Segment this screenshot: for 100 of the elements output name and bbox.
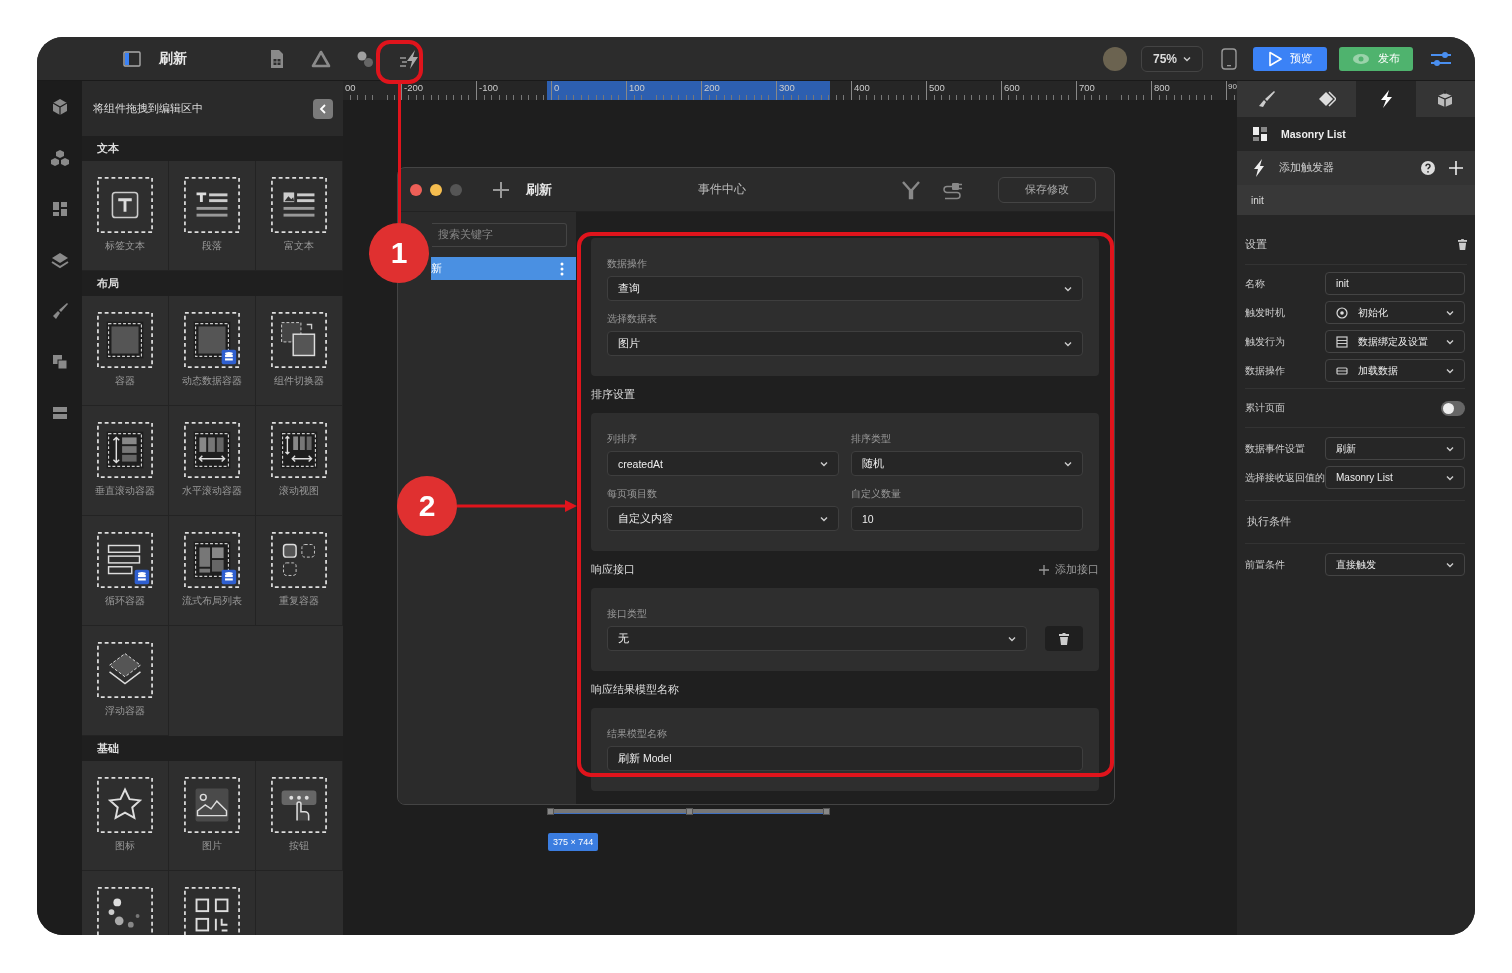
panel-hint: 将组件拖拽到编辑区中 <box>93 101 203 116</box>
component-tile[interactable]: 循环容器 <box>82 516 169 626</box>
component-tile[interactable]: 流式布局列表 <box>169 516 256 626</box>
component-tile[interactable]: 段落 <box>169 161 256 271</box>
chevron-left-icon <box>319 103 327 114</box>
component-tile[interactable]: 滚动视图 <box>256 406 343 516</box>
text-icon <box>96 176 154 234</box>
tap-button-icon <box>270 776 328 834</box>
rich-text-icon <box>270 176 328 234</box>
chevron-down-icon <box>1446 309 1454 316</box>
panel-tab[interactable] <box>1296 81 1356 117</box>
select-field[interactable]: createdAt <box>607 451 839 476</box>
switch-squares-icon <box>270 311 328 369</box>
close-button[interactable] <box>410 183 422 196</box>
sliders-icon[interactable] <box>1430 49 1452 68</box>
field-label: 排序类型 <box>851 432 892 446</box>
add-button[interactable]: 添加接口 <box>1039 562 1099 577</box>
event-item[interactable]: 新 <box>431 257 576 280</box>
resize-handle-bar[interactable] <box>547 809 830 814</box>
select-field[interactable]: 数据绑定及设置 <box>1325 330 1465 353</box>
select-field[interactable]: 自定义内容 <box>607 506 839 531</box>
settings-title: 设置 <box>1245 237 1267 252</box>
funnel-icon[interactable] <box>902 179 920 200</box>
help-icon[interactable] <box>1421 161 1435 175</box>
size-badge: 375 × 744 <box>548 833 599 851</box>
component-tile[interactable]: 垂直滚动容器 <box>82 406 169 516</box>
chevron-down-icon <box>1446 338 1454 345</box>
select-field[interactable]: 初始化 <box>1325 301 1465 324</box>
plus-icon <box>1039 564 1049 575</box>
section-title: 排序设置 <box>591 387 635 402</box>
component-tile[interactable]: 动态数据容器 <box>169 296 256 406</box>
component-tile[interactable]: 组件切换器 <box>256 296 343 406</box>
select-field[interactable]: 直接触发 <box>1325 553 1465 576</box>
zoom-select[interactable]: 75% <box>1141 45 1203 72</box>
select-field[interactable]: Masonry List <box>1325 466 1465 489</box>
dialog-heading: 事件中心 <box>698 182 746 196</box>
lightning-icon <box>1253 159 1265 177</box>
section-title: 响应结果模型名称 <box>591 682 679 697</box>
minimize-button[interactable] <box>430 183 442 196</box>
chevron-down-icon <box>1446 445 1454 452</box>
select-field[interactable]: 无 <box>607 626 1027 651</box>
container-icon <box>96 311 154 369</box>
list-icon <box>1336 335 1348 348</box>
toggle-switch[interactable] <box>1441 400 1465 416</box>
field-label: 选择数据表 <box>607 312 658 326</box>
paint-brush-icon <box>1256 89 1277 109</box>
lightning-icon[interactable] <box>399 48 419 69</box>
field-label: 触发时机 <box>1245 305 1286 320</box>
select-field[interactable]: 刷新 <box>1325 437 1465 460</box>
qr-code-icon <box>183 886 241 935</box>
chevron-down-icon <box>1064 340 1072 347</box>
publish-button[interactable]: 发布 <box>1339 46 1413 71</box>
select-field[interactable]: 加载数据 <box>1325 359 1465 382</box>
input-field[interactable]: init <box>1325 272 1465 295</box>
input-field[interactable]: 10 <box>851 506 1083 531</box>
component-name: Masonry List <box>1281 128 1346 140</box>
trash-icon[interactable] <box>1458 239 1467 250</box>
select-field[interactable]: 随机 <box>851 451 1083 476</box>
scroll-view-icon <box>270 421 328 479</box>
panel-tab[interactable] <box>1415 81 1475 117</box>
input-field[interactable]: 刷新 Model <box>607 746 1083 771</box>
play-icon <box>1268 50 1282 67</box>
chevron-down-icon <box>1446 474 1454 481</box>
more-icon[interactable] <box>560 261 564 276</box>
save-button[interactable]: 保存修改 <box>998 176 1096 203</box>
chevron-down-icon <box>1008 635 1016 642</box>
section-title: 响应接口 <box>591 562 635 577</box>
component-tile[interactable]: 水平滚动容器 <box>169 406 256 516</box>
component-tile[interactable]: 图片 <box>169 761 256 871</box>
chevron-down-icon <box>1446 367 1454 374</box>
trigger-item[interactable]: init <box>1237 185 1475 215</box>
cubes-icon[interactable] <box>49 148 70 168</box>
select-field[interactable]: 图片 <box>607 331 1083 356</box>
component-tile[interactable]: 图标 <box>82 761 169 871</box>
highlight-ring <box>376 40 423 84</box>
collapse-button[interactable] <box>313 98 333 119</box>
search-field[interactable]: 搜索关键字 <box>432 223 567 247</box>
component-tile[interactable]: 浮动容器 <box>82 626 169 736</box>
field-label: 数据操作 <box>607 257 648 271</box>
chevron-down-icon <box>1064 460 1072 467</box>
trash-icon <box>1059 632 1069 645</box>
field-label: 每页项目数 <box>607 487 658 501</box>
triangle-icon[interactable] <box>311 48 331 69</box>
component-tile[interactable]: 容器 <box>82 296 169 406</box>
component-tile[interactable]: 按钮 <box>256 761 343 871</box>
phone-icon[interactable] <box>1221 47 1237 70</box>
delete-button[interactable] <box>1045 626 1083 651</box>
target-icon <box>1336 306 1348 319</box>
drive-icon <box>1336 364 1348 377</box>
data-container-icon <box>183 311 241 369</box>
layers-icon[interactable] <box>49 250 70 270</box>
chevron-down-icon <box>1064 285 1072 292</box>
section-title: 执行条件 <box>1246 515 1291 529</box>
plus-icon[interactable] <box>492 180 510 199</box>
eye-icon <box>1352 52 1370 65</box>
component-tile[interactable]: 标签文本 <box>82 161 169 271</box>
preview-button[interactable]: 预览 <box>1253 46 1327 71</box>
field-label: 累计页面 <box>1245 401 1286 415</box>
sidebar-toggle-icon[interactable] <box>123 50 141 67</box>
select-field[interactable]: 查询 <box>607 276 1083 301</box>
